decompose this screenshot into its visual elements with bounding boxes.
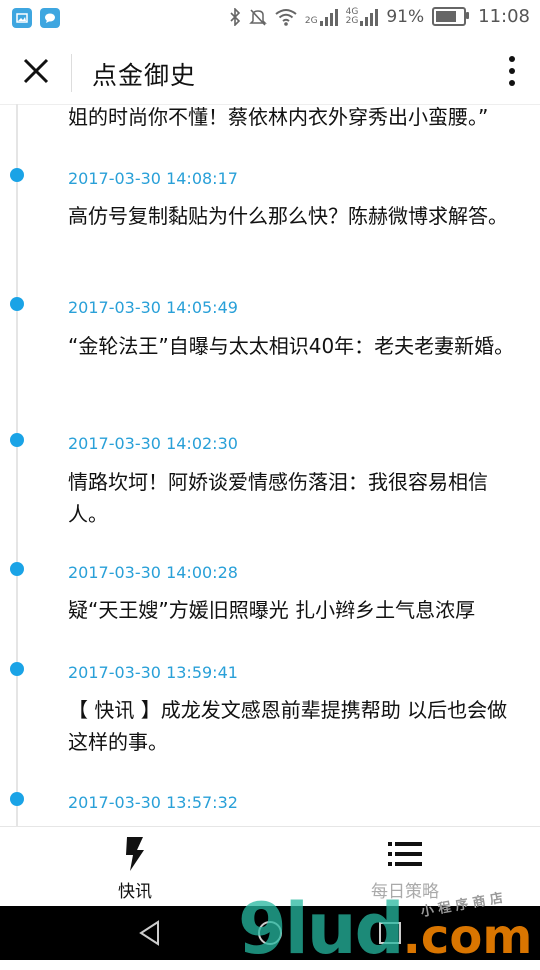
status-notifications	[12, 8, 60, 28]
timeline-dot	[10, 433, 24, 447]
close-icon	[23, 58, 49, 84]
lightning-icon	[126, 837, 144, 871]
tab-label: 每日策略	[371, 882, 439, 902]
timeline-dot	[10, 168, 24, 182]
header-divider	[71, 54, 72, 92]
timeline-dot	[10, 662, 24, 676]
status-bar: 2G 4G 2G 91% 11:08	[0, 0, 540, 36]
wifi-icon	[275, 8, 297, 26]
network-type-2-bottom: 2G	[345, 15, 359, 26]
tab-label: 快讯	[118, 882, 152, 902]
page-title: 点金御史	[92, 61, 197, 90]
network-type: 2G	[304, 15, 318, 26]
bluetooth-icon	[230, 7, 241, 26]
item-timestamp: 2017-03-30 13:59:41	[68, 663, 238, 682]
item-timestamp: 2017-03-30 14:00:28	[68, 563, 238, 582]
more-button[interactable]	[506, 56, 518, 92]
news-feed[interactable]: 姐的时尚你不懂！蔡依林内衣外穿秀出小蛮腰。” 2017-03-30 14:08:…	[0, 104, 540, 826]
signal-icon: 2G	[305, 8, 338, 26]
signal-2-icon: 4G 2G	[345, 7, 379, 26]
system-navigation-bar	[0, 906, 540, 960]
item-title[interactable]: 【 快讯 】成龙发文感恩前辈提携帮助 以后也会做这样的事。	[68, 694, 520, 758]
more-vertical-icon	[506, 56, 518, 86]
bottom-tab-bar: 快讯 每日策略	[0, 826, 540, 907]
list-icon	[388, 842, 422, 866]
item-title[interactable]: “金轮法王”自曝与太太相识40年：老夫老妻新婚。	[68, 330, 520, 362]
item-timestamp: 2017-03-30 13:57:32	[68, 793, 238, 812]
battery-fill	[436, 11, 457, 22]
timeline-dot	[10, 297, 24, 311]
home-icon[interactable]	[256, 919, 284, 947]
app-header: 点金御史	[0, 36, 540, 105]
recents-icon[interactable]	[376, 919, 404, 947]
message-app-icon	[40, 8, 60, 28]
item-title[interactable]: 高仿号复制黏贴为什么那么快？陈赫微博求解答。	[68, 200, 520, 232]
timeline-dot	[10, 792, 24, 806]
status-indicators: 2G 4G 2G 91% 11:08	[229, 6, 530, 27]
status-time: 11:08	[478, 6, 530, 27]
item-timestamp: 2017-03-30 14:05:49	[68, 298, 238, 317]
item-title[interactable]: 情路坎坷！阿娇谈爱情感伤落泪：我很容易相信人。	[68, 466, 520, 530]
tab-daily-strategy[interactable]: 每日策略	[270, 827, 540, 907]
item-title[interactable]: 疑“天王嫂”方媛旧照曝光 扎小辫乡土气息浓厚	[68, 594, 520, 626]
close-button[interactable]	[20, 55, 52, 87]
timeline-dot	[10, 562, 24, 576]
back-icon[interactable]	[136, 919, 164, 947]
feed-item-partial-title[interactable]: 姐的时尚你不懂！蔡依林内衣外穿秀出小蛮腰。”	[68, 104, 520, 133]
mute-icon	[249, 8, 267, 26]
item-timestamp: 2017-03-30 14:08:17	[68, 169, 238, 188]
timeline-line	[16, 104, 18, 826]
item-timestamp: 2017-03-30 14:02:30	[68, 434, 238, 453]
tab-flash-news[interactable]: 快讯	[0, 827, 270, 907]
gallery-app-icon	[12, 8, 32, 28]
battery-icon	[432, 7, 470, 26]
battery-percent: 91%	[386, 6, 425, 27]
